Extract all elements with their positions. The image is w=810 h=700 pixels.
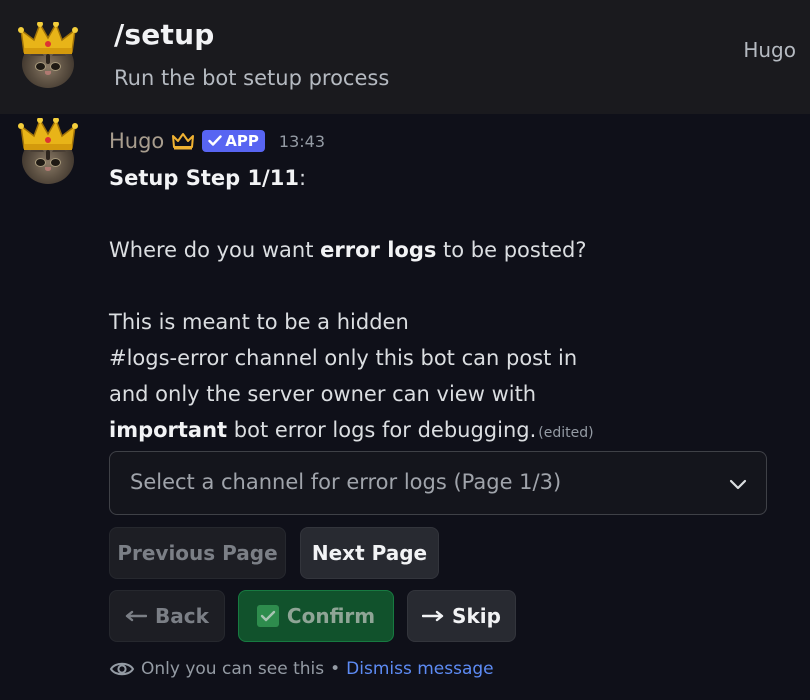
description-rest: bot error logs for debugging. (227, 418, 537, 442)
channel-select[interactable]: Select a channel for error logs (Page 1/… (109, 451, 767, 515)
skip-button[interactable]: Skip (407, 590, 516, 642)
confirm-button[interactable]: Confirm (238, 590, 394, 642)
command-name: /setup (114, 18, 215, 51)
arrow-left-icon (125, 610, 148, 622)
chevron-down-icon (729, 479, 747, 490)
step-title: Setup Step 1/11 (109, 166, 299, 190)
question-post: to be posted? (436, 238, 587, 262)
next-page-button[interactable]: Next Page (300, 527, 439, 579)
ephemeral-notice: Only you can see this • Dismiss message (109, 656, 494, 682)
ephemeral-text: Only you can see this (141, 659, 325, 679)
description-line-4: important bot error logs for debugging.(… (109, 412, 789, 451)
back-label: Back (155, 604, 209, 628)
step-title-suffix: : (298, 166, 307, 190)
command-header: /setup Run the bot setup process Hugo (0, 0, 810, 114)
verified-check-icon (208, 135, 222, 146)
next-page-label: Next Page (311, 541, 428, 565)
back-button[interactable]: Back (109, 590, 225, 642)
dismiss-message-link[interactable]: Dismiss message (346, 659, 493, 679)
description-line-2: #logs-error channel only this bot can po… (109, 346, 578, 370)
ephemeral-separator: • (330, 659, 341, 679)
author-name[interactable]: Hugo (109, 129, 164, 153)
command-user[interactable]: Hugo (743, 38, 796, 62)
app-badge: APP (202, 130, 265, 152)
edited-label: (edited) (538, 425, 594, 441)
owner-crown-icon (172, 133, 195, 150)
command-description: Run the bot setup process (114, 66, 390, 90)
bot-avatar[interactable] (18, 22, 78, 88)
checkbox-check-icon (256, 605, 279, 627)
description-line-3: and only the server owner can view with (109, 382, 537, 406)
question-bold: error logs (320, 238, 437, 262)
message-timestamp[interactable]: 13:43 (279, 132, 325, 151)
channel-select-placeholder: Select a channel for error logs (Page 1/… (130, 470, 562, 494)
eye-icon (109, 662, 135, 676)
skip-label: Skip (452, 604, 501, 628)
question-line: Where do you want error logs to be poste… (109, 232, 789, 268)
previous-page-label: Previous Page (117, 541, 278, 565)
message-header: Hugo APP 13:43 (109, 126, 325, 156)
step-title-line: Setup Step 1/11: (109, 160, 789, 196)
app-badge-label: APP (225, 132, 259, 150)
crown-icon (18, 118, 78, 150)
description-bold: important (109, 418, 228, 442)
crown-icon (18, 22, 78, 54)
arrow-right-icon (422, 610, 444, 622)
confirm-label: Confirm (286, 604, 376, 628)
author-avatar[interactable] (18, 118, 78, 184)
message-content: Setup Step 1/11: Where do you want error… (109, 160, 789, 451)
previous-page-button[interactable]: Previous Page (109, 527, 286, 579)
question-pre: Where do you want (109, 238, 321, 262)
description-line-1: This is meant to be a hidden (109, 310, 409, 334)
